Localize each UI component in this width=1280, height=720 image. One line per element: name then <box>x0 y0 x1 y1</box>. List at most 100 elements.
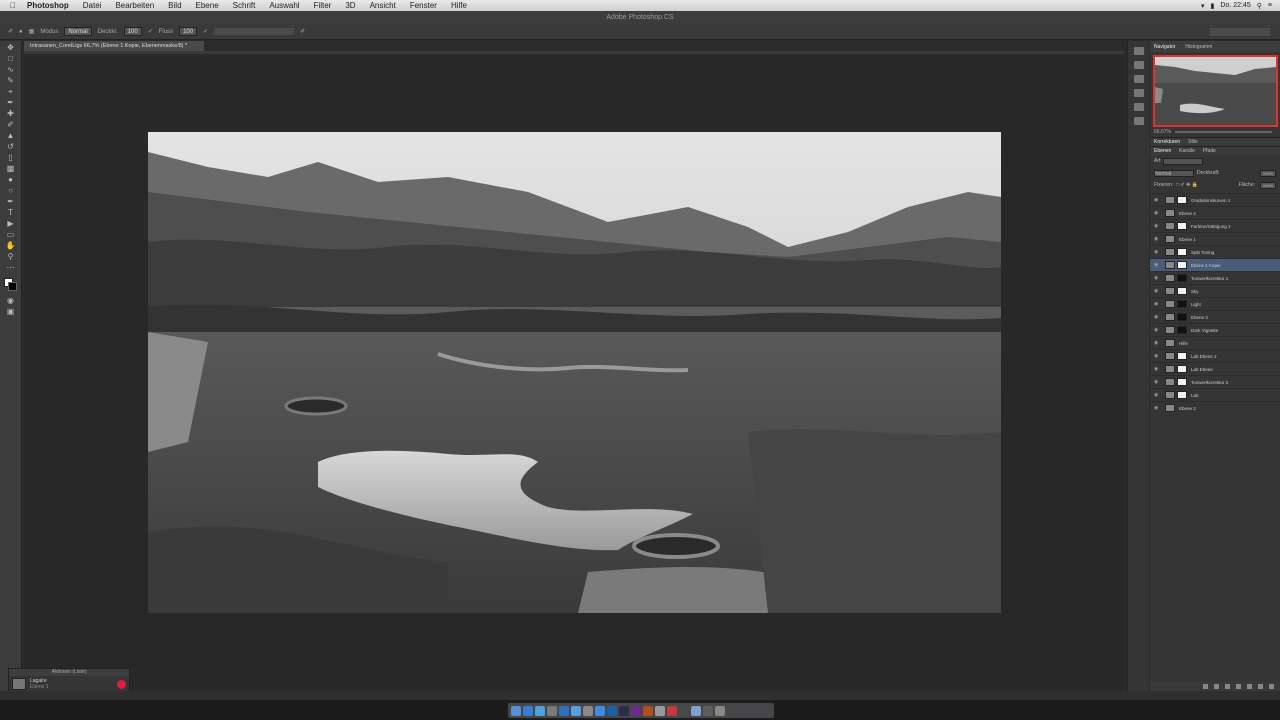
brush-preset-icon[interactable]: ● <box>19 29 23 35</box>
layer-mask-thumbnail[interactable] <box>1177 261 1187 269</box>
preview-icon[interactable] <box>655 705 665 716</box>
blur-tool-icon[interactable]: ● <box>5 175 17 184</box>
layer-mask-thumbnail[interactable] <box>1177 352 1187 360</box>
airbrush-icon[interactable]: ✓ <box>203 28 208 35</box>
layer-row[interactable]: ◉ Dark Vignette <box>1150 323 1280 336</box>
trash-icon[interactable] <box>1269 684 1274 689</box>
list-icon[interactable]: ≡ <box>1268 2 1272 9</box>
layer-row[interactable]: ◉ Split Toning <box>1150 245 1280 258</box>
history-brush-tool-icon[interactable]: ↺ <box>5 142 17 151</box>
layer-row[interactable]: ◉ Farbton/Sättigung 1 <box>1150 219 1280 232</box>
layer-mask-thumbnail[interactable] <box>1177 313 1187 321</box>
hand-tool-icon[interactable]: ✋ <box>5 241 17 250</box>
brush-panel-icon[interactable]: ▦ <box>29 28 35 35</box>
layer-mask-thumbnail[interactable] <box>1177 222 1187 230</box>
illustrator-icon[interactable] <box>643 705 653 716</box>
trash-dock-icon[interactable] <box>715 705 725 716</box>
link-layers-icon[interactable] <box>1203 684 1208 689</box>
stamp-tool-icon[interactable]: ▲ <box>5 131 17 140</box>
layer-mask-thumbnail[interactable] <box>1177 391 1187 399</box>
clock[interactable]: Do. 22:45 <box>1220 2 1250 9</box>
menu-item-bild[interactable]: Bild <box>161 1 188 10</box>
dodge-tool-icon[interactable]: ○ <box>5 186 17 195</box>
layer-thumbnail[interactable] <box>1165 404 1175 412</box>
layer-mask-thumbnail[interactable] <box>1177 300 1187 308</box>
layer-row[interactable]: ◉ Lab Ebene <box>1150 362 1280 375</box>
move-tool-icon[interactable]: ✥ <box>5 43 17 52</box>
layer-thumbnail[interactable] <box>1165 274 1175 282</box>
menu-item-bearbeiten[interactable]: Bearbeiten <box>108 1 161 10</box>
info-panel-icon[interactable] <box>1133 117 1144 125</box>
finder-icon[interactable] <box>511 705 521 716</box>
layer-mask-thumbnail[interactable] <box>1177 248 1187 256</box>
app-red-icon[interactable] <box>667 705 677 716</box>
eye-icon[interactable]: ◉ <box>1154 275 1161 281</box>
layer-row[interactable]: ◉ Sky <box>1150 284 1280 297</box>
eye-icon[interactable]: ◉ <box>1154 301 1161 307</box>
appstore-icon[interactable] <box>595 705 605 716</box>
color-swatches[interactable] <box>0 278 21 294</box>
path-select-tool-icon[interactable]: ▶ <box>5 219 17 228</box>
layer-thumbnail[interactable] <box>1165 313 1175 321</box>
lasso-tool-icon[interactable]: ∿ <box>5 65 17 74</box>
history-panel-icon[interactable] <box>1133 47 1144 55</box>
layer-thumbnail[interactable] <box>1165 300 1175 308</box>
tab-kanaele[interactable]: Kanäle <box>1179 147 1195 155</box>
notes-icon[interactable] <box>583 705 593 716</box>
layer-mask-thumbnail[interactable] <box>1177 378 1187 386</box>
zoom-value[interactable]: 66,67% <box>1154 127 1171 137</box>
mode-select[interactable]: Normal <box>64 27 92 36</box>
layer-mask-thumbnail[interactable] <box>1177 287 1187 295</box>
eye-icon[interactable]: ◉ <box>1154 223 1161 229</box>
layer-thumbnail[interactable] <box>1165 222 1175 230</box>
properties-panel-icon[interactable] <box>1133 103 1144 111</box>
eye-icon[interactable]: ◉ <box>1154 210 1161 216</box>
layer-row[interactable]: ◉ Hilfe <box>1150 336 1280 349</box>
crop-tool-icon[interactable]: ⌖ <box>5 87 17 96</box>
layer-thumbnail[interactable] <box>1165 378 1175 386</box>
layer-thumbnail[interactable] <box>1165 391 1175 399</box>
eye-icon[interactable]: ◉ <box>1154 366 1161 372</box>
layer-row[interactable]: ◉ Ebene 3 <box>1150 310 1280 323</box>
menu-item-ansicht[interactable]: Ansicht <box>363 1 403 10</box>
layer-row[interactable]: ◉ Tonwertkorrektur 2 <box>1150 375 1280 388</box>
pen-tool-icon[interactable]: ✒ <box>5 197 17 206</box>
brush-panel-icon[interactable] <box>1133 75 1144 83</box>
screen-mode-icon[interactable]: ▣ <box>5 307 17 316</box>
menu-item-auswahl[interactable]: Auswahl <box>262 1 306 10</box>
layer-mask-thumbnail[interactable] <box>1177 365 1187 373</box>
downloads-icon[interactable] <box>703 705 713 716</box>
document-tab[interactable]: Intrasanen_CorelLigs 66,7% (Ebene 1 Kopi… <box>24 41 204 51</box>
blend-mode-select[interactable]: Normal <box>1154 169 1194 177</box>
shape-tool-icon[interactable]: ▭ <box>5 230 17 239</box>
healing-tool-icon[interactable]: ✚ <box>5 109 17 118</box>
navigator-preview[interactable] <box>1153 55 1278 127</box>
layer-thumbnail[interactable] <box>1165 196 1175 204</box>
eye-icon[interactable]: ◉ <box>1154 327 1161 333</box>
actions-row[interactable]: Lagaire Ebene 1 <box>9 676 129 692</box>
gradient-tool-icon[interactable]: ▩ <box>5 164 17 173</box>
eye-icon[interactable]: ◉ <box>1154 392 1161 398</box>
record-icon[interactable] <box>117 679 126 689</box>
bridge-icon[interactable] <box>619 705 629 716</box>
battery-icon[interactable]: ▮ <box>1211 2 1215 10</box>
safari-icon[interactable] <box>535 705 545 716</box>
preferences-icon[interactable] <box>691 705 701 716</box>
layer-row[interactable]: ◉ Lab <box>1150 388 1280 401</box>
lock-icons[interactable]: □ ✐ ✥ 🔒 <box>1176 182 1198 188</box>
layer-thumbnail[interactable] <box>1165 365 1175 373</box>
layer-thumbnail[interactable] <box>1165 261 1175 269</box>
layer-fill-field[interactable]: 100% <box>1260 181 1276 189</box>
eyedropper-tool-icon[interactable]: ✒ <box>5 98 17 107</box>
menu-app[interactable]: Photoshop <box>20 1 76 10</box>
adjustment-layer-icon[interactable] <box>1236 684 1241 689</box>
eye-icon[interactable]: ◉ <box>1154 262 1161 268</box>
layer-row[interactable]: ◉ Ebene 1 <box>1150 232 1280 245</box>
opacity-field[interactable]: 100 <box>123 27 142 36</box>
more-tools-icon[interactable]: ⋯ <box>5 263 17 272</box>
menu-item-3d[interactable]: 3D <box>338 1 362 10</box>
flow-field[interactable]: 100 <box>179 27 198 36</box>
eye-icon[interactable]: ◉ <box>1154 340 1161 346</box>
layer-row[interactable]: ◉ Ebene 1 Kopie <box>1150 258 1280 271</box>
new-group-icon[interactable] <box>1247 684 1252 689</box>
